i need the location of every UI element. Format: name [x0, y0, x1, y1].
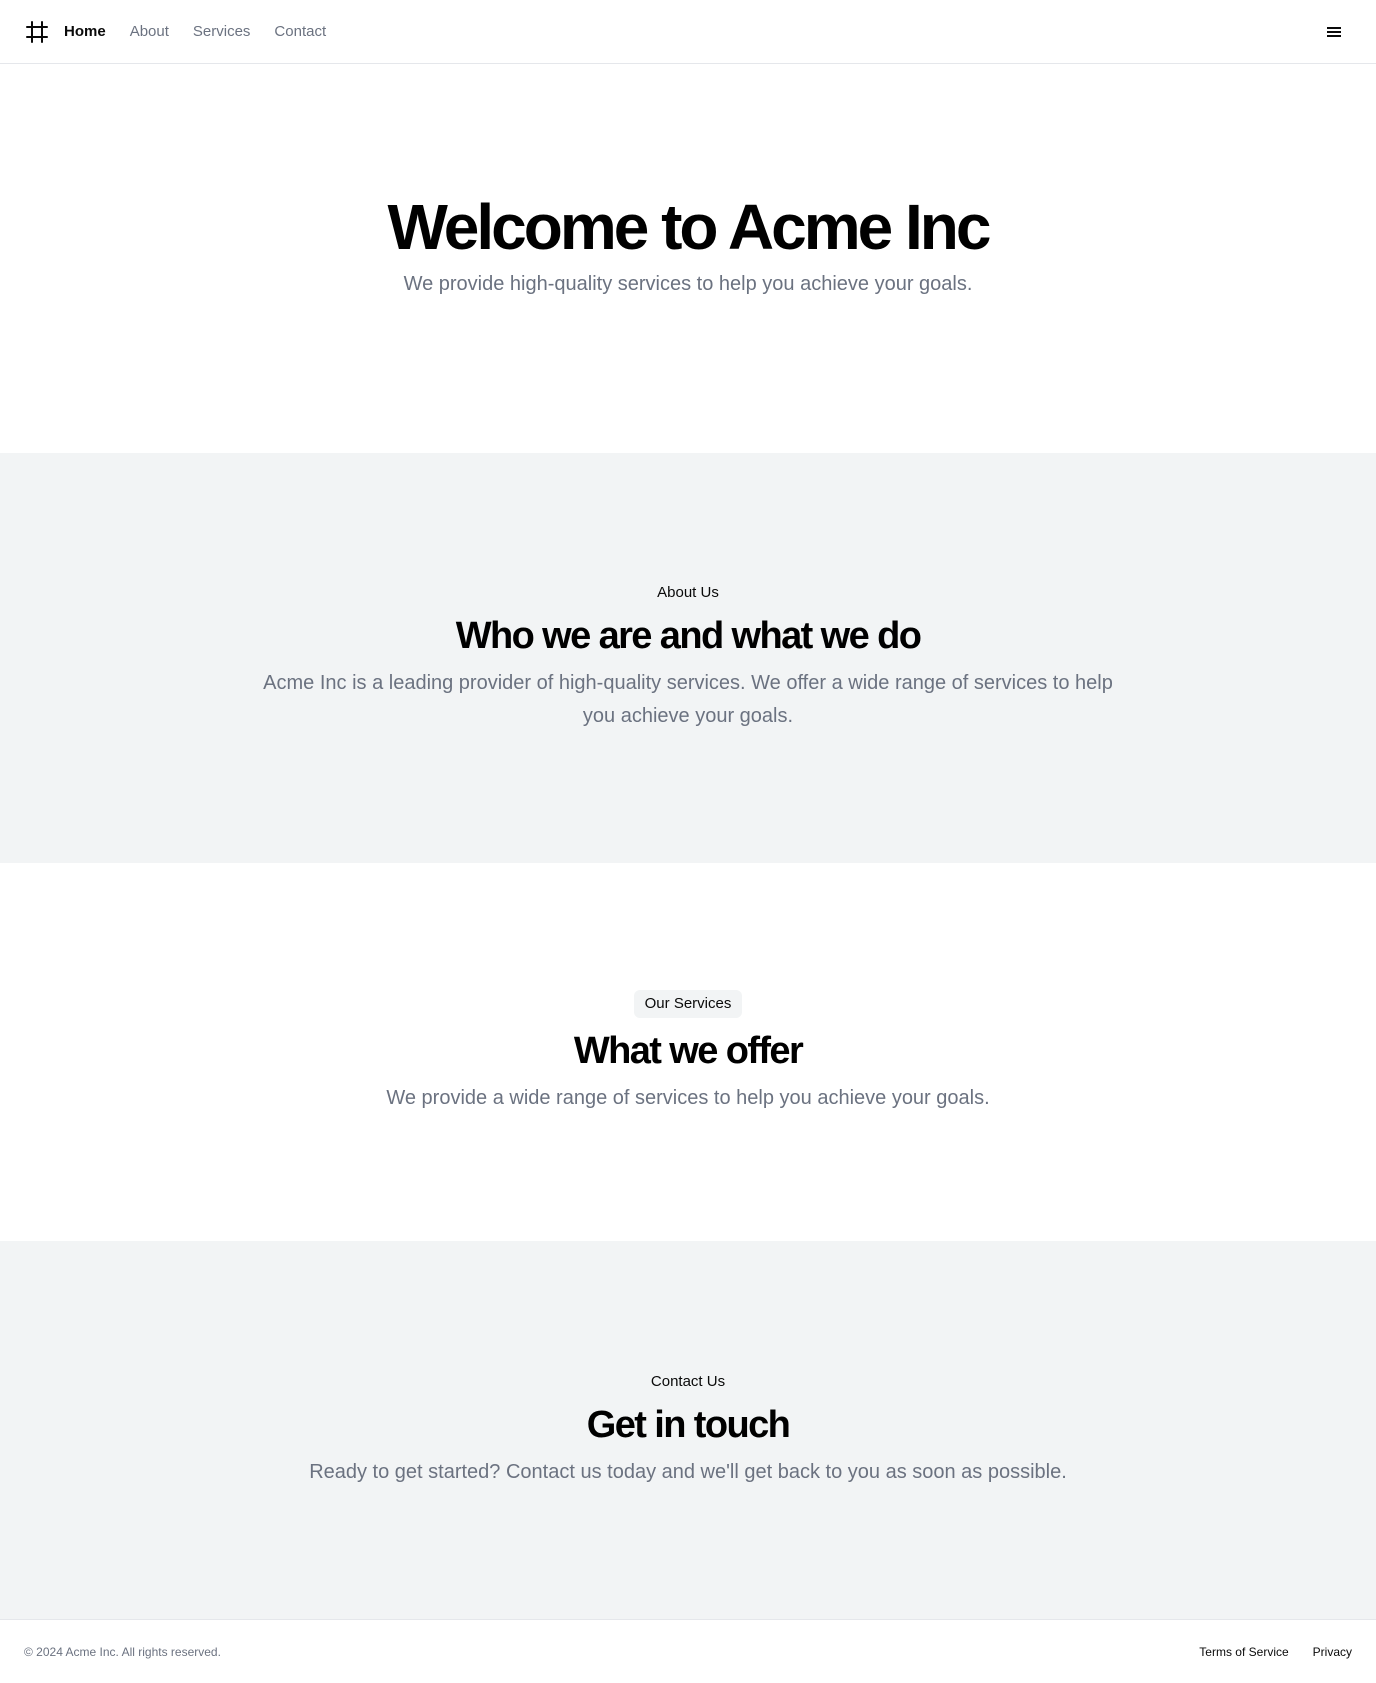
services-title: What we offer — [573, 1029, 804, 1072]
footer-links: Terms of Service Privacy — [1175, 1645, 1352, 1659]
main-nav: Home About Services Contact — [64, 22, 350, 42]
hero-section: Welcome to Acme Inc We provide high-qual… — [0, 64, 1376, 453]
site-footer: © 2024 Acme Inc. All rights reserved. Te… — [0, 1619, 1376, 1683]
contact-section: Contact Us Get in touch Ready to get sta… — [0, 1241, 1376, 1619]
contact-title: Get in touch — [586, 1403, 791, 1446]
footer-link-privacy[interactable]: Privacy — [1313, 1645, 1352, 1659]
nav-link-services[interactable]: Services — [193, 22, 251, 42]
footer-link-terms[interactable]: Terms of Service — [1199, 1645, 1288, 1659]
copyright-text: © 2024 Acme Inc. All rights reserved. — [24, 1644, 221, 1659]
services-badge: Our Services — [633, 989, 743, 1018]
site-header: Home About Services Contact — [0, 0, 1376, 64]
logo-icon[interactable] — [24, 19, 50, 45]
nav-link-home[interactable]: Home — [64, 22, 106, 42]
about-description: Acme Inc is a leading provider of high-q… — [263, 672, 1113, 727]
about-section: About Us Who we are and what we do Acme … — [0, 453, 1376, 863]
about-eyebrow: About Us — [657, 584, 719, 601]
services-description: We provide a wide range of services to h… — [386, 1086, 990, 1109]
contact-eyebrow: Contact Us — [650, 1372, 726, 1390]
hero-subtitle: We provide high-quality services to help… — [403, 273, 973, 295]
nav-link-contact[interactable]: Contact — [274, 22, 326, 42]
hamburger-menu-icon[interactable] — [1324, 22, 1344, 42]
landing-page: Home About Services Contact Welcome to A… — [0, 0, 1376, 1683]
about-title: Who we are and what we do — [455, 615, 922, 657]
nav-link-about[interactable]: About — [130, 22, 169, 42]
hero-title: Welcome to Acme Inc — [387, 191, 992, 263]
contact-description: Ready to get started? Contact us today a… — [309, 1460, 1067, 1483]
services-section: Our Services What we offer We provide a … — [0, 863, 1376, 1241]
